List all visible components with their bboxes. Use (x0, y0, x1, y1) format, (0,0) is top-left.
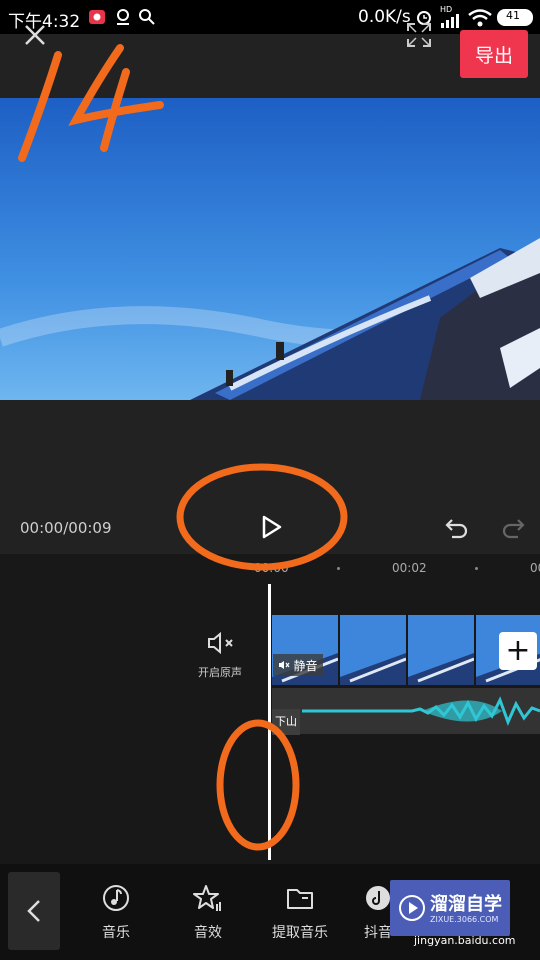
douyin-icon (366, 886, 390, 910)
ruler-label: 00:00 (254, 561, 289, 575)
wifi-icon (468, 9, 492, 27)
toolbar-item-sound-effect[interactable]: 音效 (168, 884, 248, 942)
audio-clip[interactable] (272, 688, 540, 734)
search-icon (139, 9, 155, 25)
toolbar-item-music[interactable]: 音乐 (76, 884, 156, 942)
network-speed: 0.0K/s (358, 7, 411, 27)
sound-effect-icon (193, 885, 221, 911)
toolbar-label: 音乐 (102, 925, 130, 941)
export-button[interactable]: 导出 (460, 30, 528, 78)
clip-thumbnail (340, 615, 406, 685)
battery-level: 41 (506, 9, 520, 22)
preview-frame-image (0, 98, 540, 400)
audio-clip-label: 下山 (272, 709, 300, 735)
signal-icon (441, 14, 459, 28)
speaker-muted-icon[interactable] (207, 632, 237, 654)
original-sound-label[interactable]: 开启原声 (198, 664, 242, 680)
watermark-site: jingyan.baidu.com (414, 934, 516, 947)
folder-icon (287, 889, 313, 909)
play-logo-icon (399, 895, 425, 921)
playhead[interactable] (268, 584, 271, 860)
mute-label: 静音 (293, 658, 318, 673)
location-icon (117, 9, 129, 25)
speaker-muted-icon (279, 661, 290, 669)
watermark-subtitle: ZIXUE.3066.COM (430, 915, 499, 924)
chevron-left-icon (27, 900, 40, 922)
toolbar-label: 音效 (194, 925, 222, 941)
watermark-title: 溜溜自学 (430, 894, 502, 915)
app-notification-icon (89, 10, 105, 24)
clip-mute-badge: 静音 (273, 654, 323, 676)
ruler-label: 00:02 (392, 561, 427, 575)
clip-thumbnail (408, 615, 474, 685)
status-bar: 下午4:32 0.0K/s HD 41 (0, 0, 540, 34)
playback-time: 00:00/00:09 (20, 519, 112, 537)
redo-icon[interactable] (500, 514, 526, 540)
editor-top-bar: 导出 (0, 23, 540, 98)
ruler-label: 00:0 (530, 561, 540, 575)
undo-icon[interactable] (444, 514, 470, 540)
timeline[interactable]: 00:00 00:02 00:0 开启原声 静音 + 下山 (0, 554, 540, 864)
back-button[interactable] (8, 872, 60, 950)
add-clip-button[interactable]: + (499, 632, 537, 670)
watermark-logo: 溜溜自学 ZIXUE.3066.COM (390, 880, 510, 936)
play-icon[interactable] (260, 514, 284, 540)
music-note-icon (103, 885, 129, 911)
close-icon[interactable] (24, 24, 46, 46)
fullscreen-icon[interactable] (406, 22, 432, 48)
battery-icon: 41 (497, 9, 533, 26)
toolbar-label: 提取音乐 (272, 925, 328, 941)
toolbar-item-extract-music[interactable]: 提取音乐 (260, 884, 340, 942)
player-controls: 00:00/00:09 (0, 400, 540, 554)
audio-waveform (302, 696, 540, 727)
video-preview[interactable] (0, 98, 540, 400)
ruler-tick (337, 567, 340, 570)
ruler-tick (475, 567, 478, 570)
